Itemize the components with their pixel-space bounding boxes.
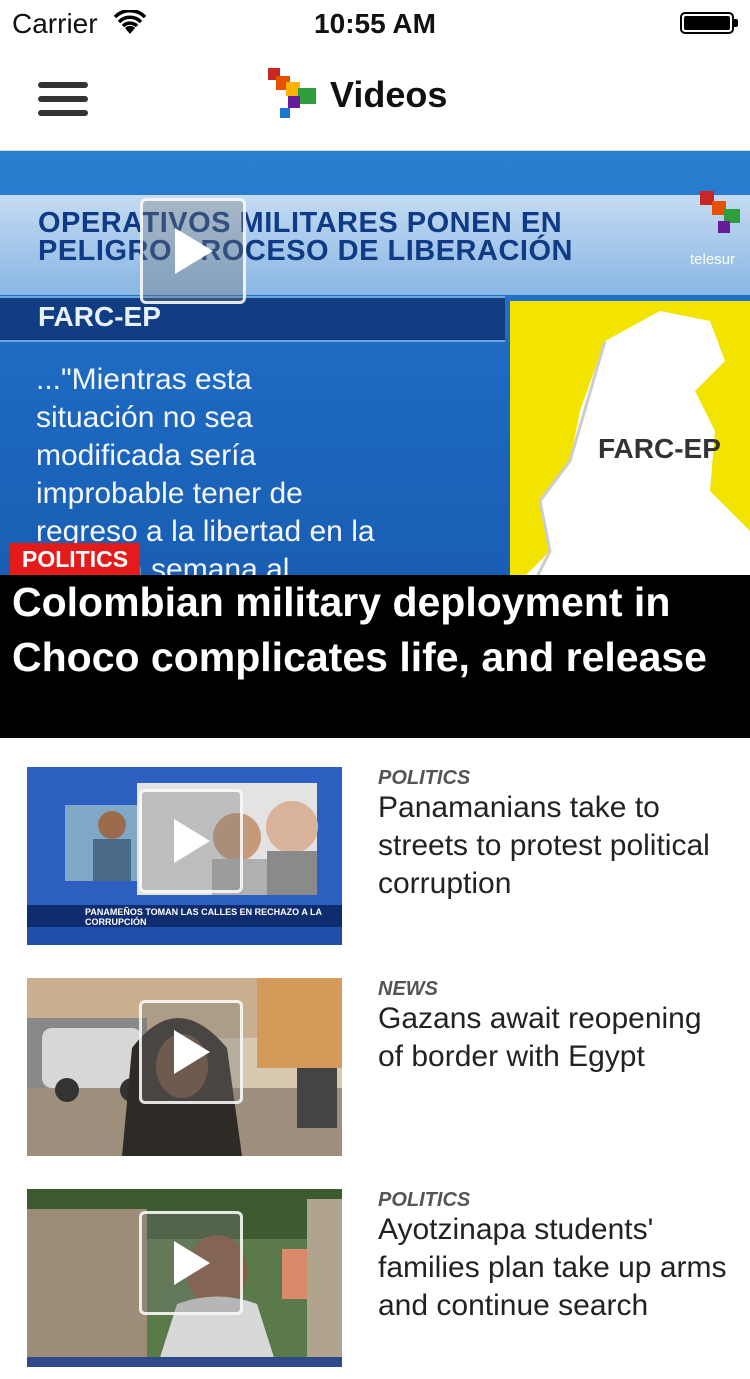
menu-icon[interactable] — [38, 80, 88, 118]
battery-icon — [680, 12, 738, 34]
play-icon — [174, 819, 210, 863]
clock: 10:55 AM — [314, 8, 436, 39]
item-category: POLITICS — [378, 767, 471, 789]
play-icon — [175, 228, 213, 274]
list-item[interactable]: NEWS Gazans await reopening of border wi… — [0, 978, 750, 1168]
play-icon — [174, 1241, 210, 1285]
map-label: FARC-EP — [598, 433, 721, 464]
status-bar: Carrier 10:55 AM — [0, 0, 750, 50]
list-item[interactable]: PANAMEÑOS TOMAN LAS CALLES EN RECHAZO A … — [0, 767, 750, 957]
item-category: NEWS — [378, 978, 438, 1000]
play-button[interactable] — [139, 789, 243, 893]
channel-logo-icon — [700, 191, 740, 233]
video-thumbnail[interactable] — [27, 1189, 342, 1367]
item-title[interactable]: Panamanians take to streets to protest p… — [378, 789, 728, 903]
category-badge: POLITICS — [10, 543, 141, 575]
thumbnail-headline: OPERATIVOS MILITARES PONEN EN PELIGRO PR… — [38, 207, 573, 267]
video-thumbnail[interactable] — [27, 978, 342, 1156]
thumbnail-caption: PANAMEÑOS TOMAN LAS CALLES EN RECHAZO A … — [85, 907, 322, 927]
play-button[interactable] — [139, 1211, 243, 1315]
page-title: Videos — [330, 74, 448, 115]
thumbnail-watermark: telesur — [690, 251, 736, 268]
item-category: POLITICS — [378, 1189, 471, 1211]
list-item[interactable]: POLITICS Ayotzinapa students' families p… — [0, 1189, 750, 1379]
video-thumbnail[interactable]: PANAMEÑOS TOMAN LAS CALLES EN RECHAZO A … — [27, 767, 342, 945]
play-button[interactable] — [140, 198, 246, 304]
nav-bar: Videos — [0, 50, 750, 151]
featured-video[interactable]: OPERATIVOS MILITARES PONEN EN PELIGRO PR… — [0, 151, 750, 738]
thumbnail-subject: FARC-EP — [38, 301, 161, 332]
featured-title[interactable]: Colombian military deployment in Choco c… — [12, 575, 742, 685]
app-logo-icon — [268, 68, 316, 118]
play-icon — [174, 1030, 210, 1074]
play-button[interactable] — [139, 1000, 243, 1104]
item-title[interactable]: Gazans await reopening of border with Eg… — [378, 1000, 728, 1076]
item-title[interactable]: Ayotzinapa students' families plan take … — [378, 1211, 728, 1325]
